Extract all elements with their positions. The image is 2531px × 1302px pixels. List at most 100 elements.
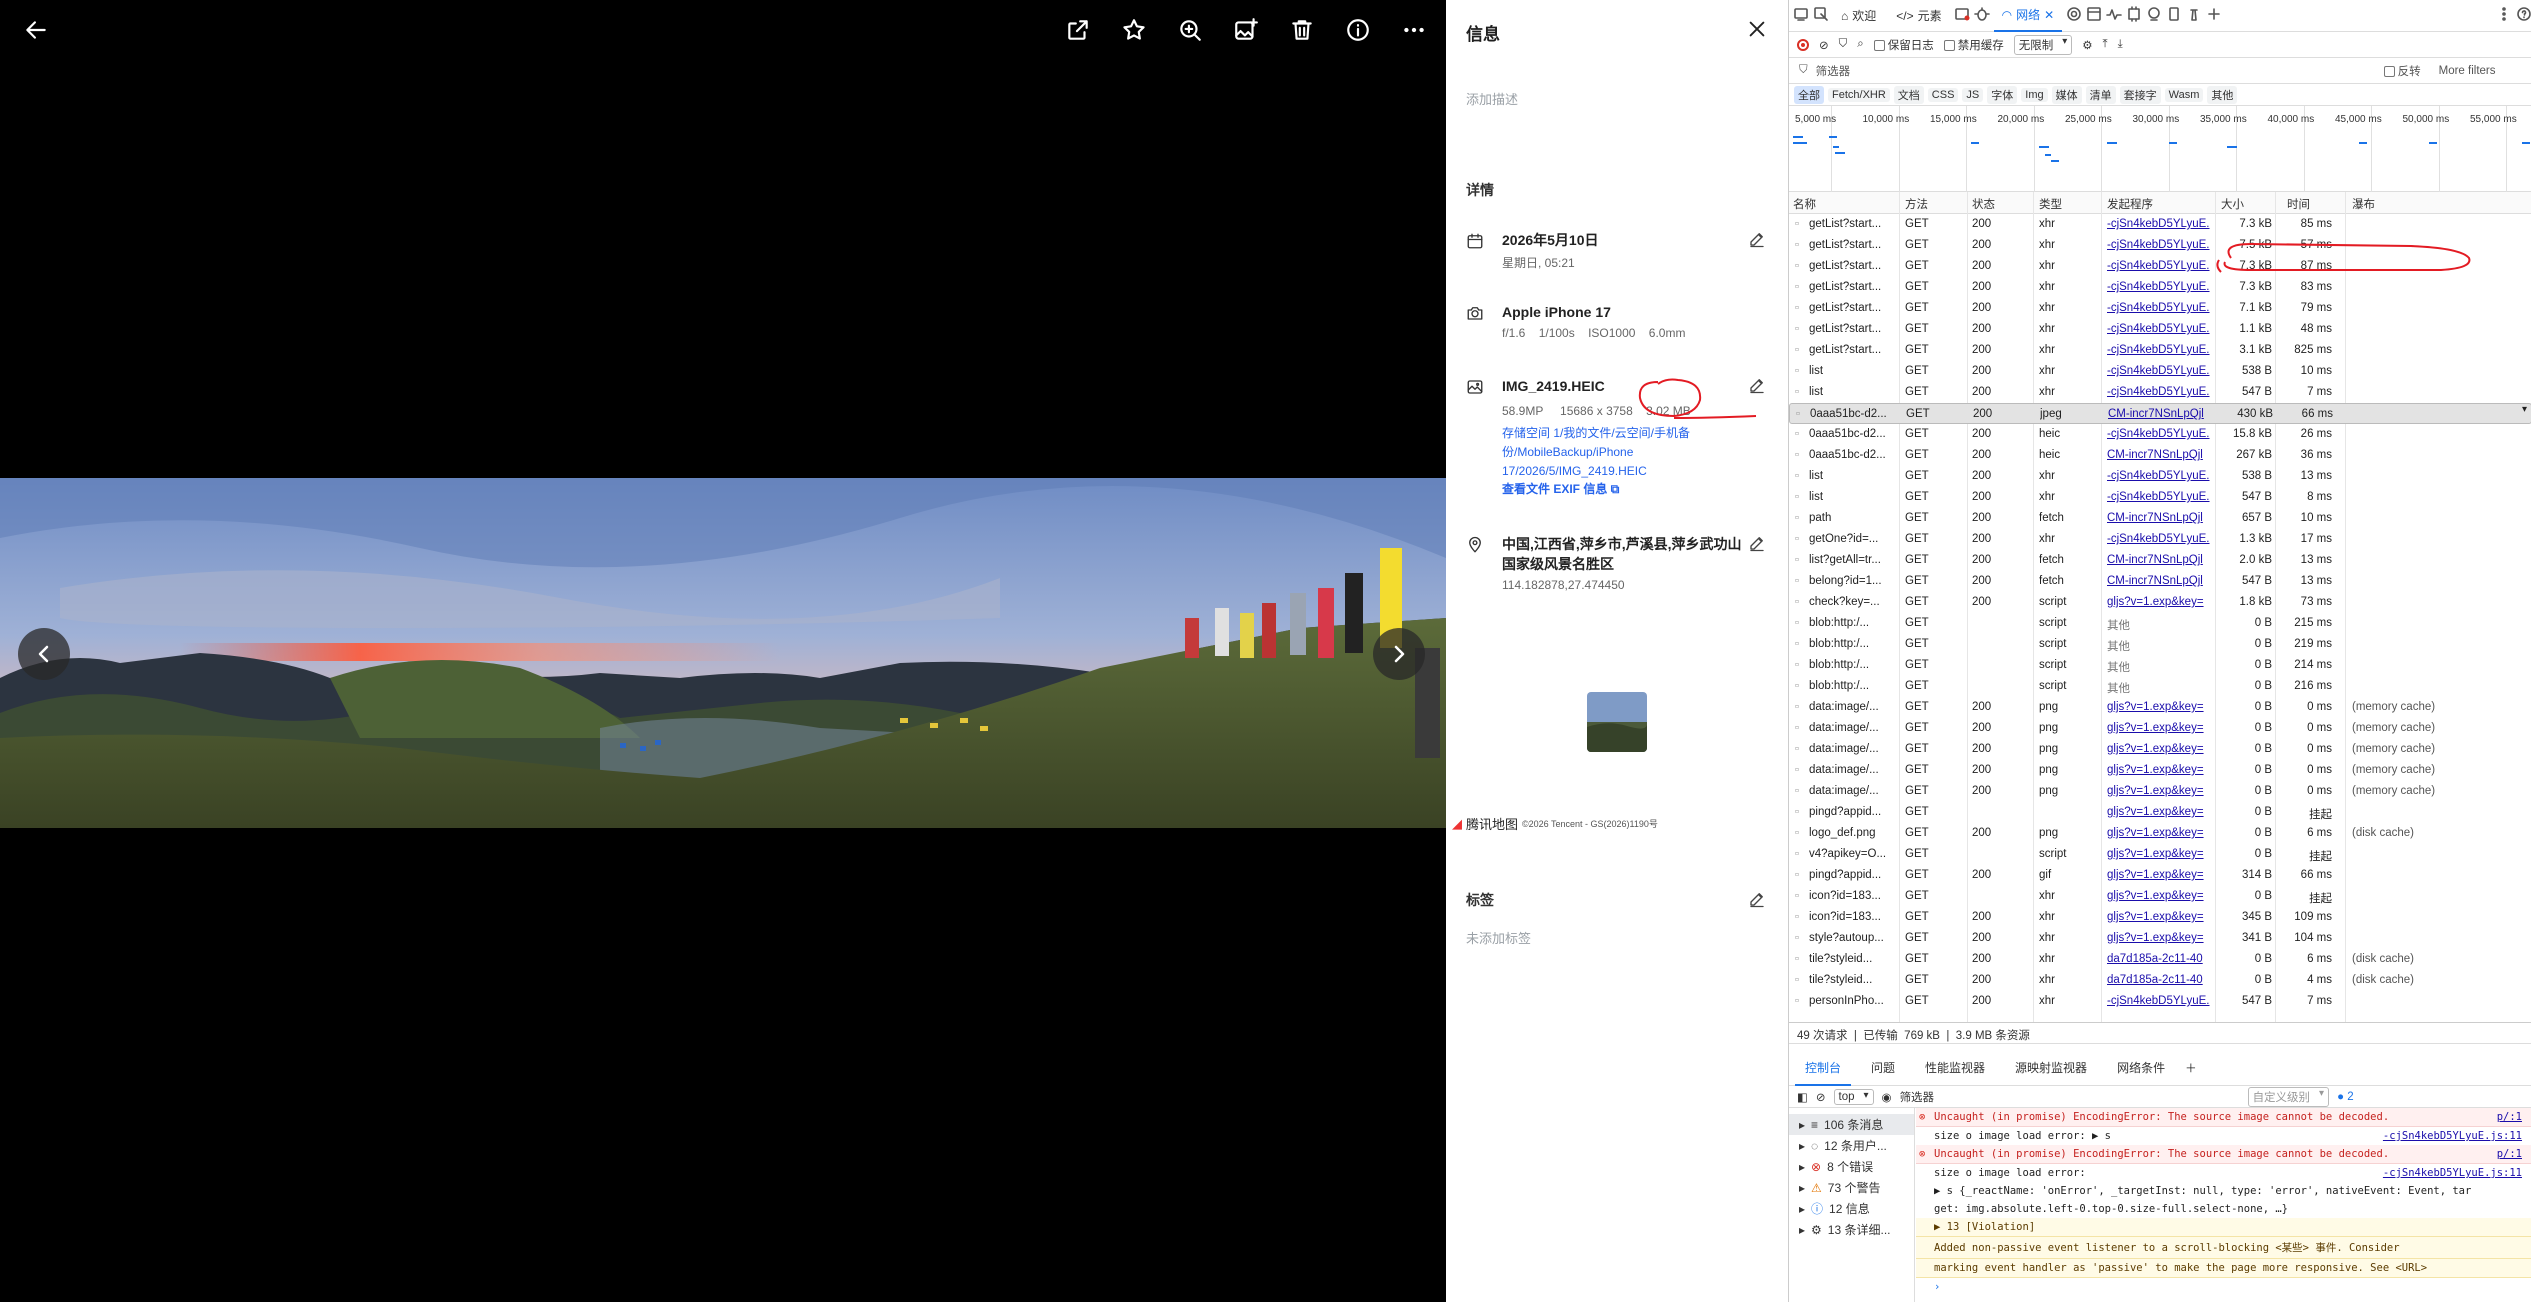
- edit-filename-icon[interactable]: [1748, 376, 1766, 394]
- throttle-select[interactable]: 无限制: [2013, 34, 2073, 55]
- console-prompt[interactable]: ›: [1916, 1278, 2531, 1296]
- map-thumbnail[interactable]: [1587, 692, 1647, 752]
- request-initiator[interactable]: -cjSn4kebD5YLyuE.: [2107, 302, 2215, 314]
- type-filter-chip[interactable]: 文档: [1893, 85, 1924, 104]
- type-filter-chip[interactable]: 全部: [1794, 85, 1824, 104]
- console-message[interactable]: ▶ s {_reactName: 'onError', _targetInst:…: [1916, 1182, 2531, 1200]
- request-initiator[interactable]: gljs?v=1.exp&key=: [2107, 785, 2215, 797]
- inspect-icon[interactable]: [1813, 6, 1829, 25]
- description-input[interactable]: 添加描述: [1466, 89, 1518, 108]
- request-initiator[interactable]: gljs?v=1.exp&key=: [2107, 911, 2215, 923]
- tab-performance-monitor[interactable]: 性能监视器: [1915, 1050, 1995, 1086]
- request-initiator[interactable]: gljs?v=1.exp&key=: [2107, 722, 2215, 734]
- type-filter-chip[interactable]: Img: [2021, 87, 2048, 102]
- table-row[interactable]: ▫ data:image/... GET 200 png gljs?v=1.exp&key…: [1789, 739, 2531, 760]
- trash-icon[interactable]: [1286, 14, 1318, 46]
- context-select[interactable]: top: [1833, 1088, 1874, 1105]
- lighthouse-icon[interactable]: [2186, 6, 2202, 25]
- add-drawer-tab-icon[interactable]: ＋: [2185, 1060, 2197, 1076]
- request-initiator[interactable]: -cjSn4kebD5YLyuE.: [2107, 470, 2215, 482]
- type-filter-chip[interactable]: Wasm: [2164, 87, 2204, 102]
- request-initiator[interactable]: gljs?v=1.exp&key=: [2107, 596, 2215, 608]
- request-initiator[interactable]: gljs?v=1.exp&key=: [2107, 806, 2215, 818]
- tab-elements[interactable]: </> 元素: [1888, 0, 1949, 32]
- table-row[interactable]: ▫ 0aaa51bc-d2... GET 200 heic CM-incr7NSnLpQj…: [1789, 445, 2531, 466]
- filter-icon[interactable]: ⛉: [1839, 38, 1848, 51]
- col-name[interactable]: 名称: [1793, 196, 1816, 212]
- request-initiator[interactable]: gljs?v=1.exp&key=: [2107, 701, 2215, 713]
- request-initiator[interactable]: gljs?v=1.exp&key=: [2107, 827, 2215, 839]
- console-sidebar-item[interactable]: ▸ ⚠ 73 个警告: [1789, 1177, 1914, 1198]
- table-row[interactable]: ▫ pingd?appid... GET gljs?v=1.exp&key= 0 B 挂起: [1789, 802, 2531, 823]
- star-icon[interactable]: [1118, 14, 1150, 46]
- console-message[interactable]: ⊗ Uncaught (in promise) EncodingError: Th…: [1916, 1145, 2531, 1164]
- live-expression-icon[interactable]: ◉: [1882, 1090, 1892, 1104]
- console-sidebar-item[interactable]: ▸ ◌ 12 条用户...: [1789, 1135, 1914, 1156]
- add-tab-icon[interactable]: [2206, 6, 2222, 25]
- next-photo-button[interactable]: [1373, 628, 1425, 680]
- request-initiator[interactable]: -cjSn4kebD5YLyuE.: [2107, 428, 2215, 440]
- console-message[interactable]: marking event handler as 'passive' to ma…: [1916, 1259, 2531, 1278]
- request-initiator[interactable]: -cjSn4kebD5YLyuE.: [2107, 218, 2215, 230]
- table-row[interactable]: ▫ check?key=... GET 200 script gljs?v=1.exp&k…: [1789, 592, 2531, 613]
- console-source-link[interactable]: -cjSn4kebD5YLyuE.js:11: [2383, 1130, 2522, 1142]
- type-filter-chip[interactable]: 其他: [2207, 85, 2238, 104]
- bug-icon[interactable]: [1973, 6, 1990, 25]
- table-row[interactable]: ▫ tile?styleid... GET 200 xhr da7d185a-2c11-4…: [1789, 970, 2531, 991]
- filter-input[interactable]: 筛选器: [1816, 63, 2376, 79]
- table-row[interactable]: ▫ data:image/... GET 200 png gljs?v=1.exp&key…: [1789, 718, 2531, 739]
- table-row[interactable]: ▫ getList?start... GET 200 xhr -cjSn4kebD5YLy…: [1789, 340, 2531, 361]
- request-initiator[interactable]: gljs?v=1.exp&key=: [2107, 743, 2215, 755]
- col-initiator[interactable]: 发起程序: [2107, 196, 2153, 212]
- add-to-album-icon[interactable]: [1230, 14, 1262, 46]
- table-row[interactable]: ▫ v4?apikey=O... GET script gljs?v=1.exp&key…: [1789, 844, 2531, 865]
- console-sidebar-item[interactable]: ▸ ⊗ 8 个错误: [1789, 1156, 1914, 1177]
- console-message[interactable]: size o image load error: ▶ s -cjSn4kebD5Y…: [1916, 1127, 2531, 1145]
- table-row[interactable]: ▫ style?autoup... GET 200 xhr gljs?v=1.exp&ke…: [1789, 928, 2531, 949]
- request-initiator[interactable]: CM-incr7NSnLpQjl: [2107, 512, 2215, 524]
- back-arrow-icon[interactable]: [20, 14, 52, 46]
- edit-location-icon[interactable]: [1748, 534, 1766, 552]
- col-time[interactable]: 时间: [2287, 196, 2310, 212]
- request-initiator[interactable]: da7d185a-2c11-40: [2107, 953, 2215, 965]
- console-message[interactable]: ▶ 13 [Violation]: [1916, 1218, 2531, 1237]
- request-initiator[interactable]: CM-incr7NSnLpQjl: [2107, 554, 2215, 566]
- more-tools-icon[interactable]: [2496, 6, 2512, 25]
- type-filter-chip[interactable]: Fetch/XHR: [1828, 87, 1890, 102]
- request-initiator[interactable]: -cjSn4kebD5YLyuE.: [2107, 260, 2215, 272]
- table-row[interactable]: ▫ getOne?id=... GET 200 xhr -cjSn4kebD5YLyuE.…: [1789, 529, 2531, 550]
- info-icon[interactable]: [1342, 14, 1374, 46]
- type-filter-chip[interactable]: 媒体: [2051, 85, 2082, 104]
- preserve-log-checkbox[interactable]: 保留日志: [1873, 37, 1934, 53]
- request-initiator[interactable]: -cjSn4kebD5YLyuE.: [2107, 281, 2215, 293]
- memory-icon[interactable]: [2126, 6, 2142, 25]
- table-row[interactable]: ▫ tile?styleid... GET 200 xhr da7d185a-2c11-4…: [1789, 949, 2531, 970]
- table-row[interactable]: ▫ personInPho... GET 200 xhr -cjSn4kebD5YLyuE…: [1789, 991, 2531, 1012]
- table-row[interactable]: ▫ getList?start... GET 200 xhr -cjSn4kebD5YLy…: [1789, 214, 2531, 235]
- type-filter-chip[interactable]: 清单: [2085, 85, 2116, 104]
- edit-tags-icon[interactable]: [1748, 890, 1766, 908]
- close-tab-icon[interactable]: ✕: [2044, 8, 2054, 22]
- request-initiator[interactable]: -cjSn4kebD5YLyuE.: [2107, 533, 2215, 545]
- invert-checkbox[interactable]: 反转: [2383, 63, 2421, 79]
- recorder-icon[interactable]: [2146, 6, 2162, 25]
- security-icon[interactable]: [2166, 6, 2182, 25]
- console-clear-icon[interactable]: ⊘: [1816, 1090, 1826, 1104]
- table-row[interactable]: ▫ 0aaa51bc-d2... GET 200 heic -cjSn4kebD5YLyu…: [1789, 424, 2531, 445]
- request-initiator[interactable]: -cjSn4kebD5YLyuE.: [2107, 323, 2215, 335]
- request-initiator[interactable]: -cjSn4kebD5YLyuE.: [2107, 995, 2215, 1007]
- table-row[interactable]: ▫ blob:http:/... GET script 其他 0 B 215 ms: [1789, 613, 2531, 634]
- table-row[interactable]: ▫ getList?start... GET 200 xhr -cjSn4kebD5YLy…: [1789, 235, 2531, 256]
- request-initiator[interactable]: CM-incr7NSnLpQjl: [2107, 575, 2215, 587]
- issues-badge[interactable]: ● 2: [2337, 1091, 2354, 1103]
- table-row[interactable]: ▫ blob:http:/... GET script 其他 0 B 214 ms: [1789, 655, 2531, 676]
- table-row[interactable]: ▫ list GET 200 xhr -cjSn4kebD5YLyuE. 538 B 10 m…: [1789, 361, 2531, 382]
- performance-icon[interactable]: [2106, 6, 2123, 25]
- console-sidebar-item[interactable]: ▸ ≡ 106 条消息: [1789, 1114, 1914, 1135]
- col-method[interactable]: 方法: [1905, 196, 1928, 212]
- help-icon[interactable]: [2516, 6, 2531, 25]
- col-status[interactable]: 状态: [1972, 196, 1995, 212]
- request-initiator[interactable]: gljs?v=1.exp&key=: [2107, 890, 2215, 902]
- log-levels-select[interactable]: 自定义级别: [2247, 1086, 2330, 1107]
- tab-issues[interactable]: 问题: [1861, 1050, 1905, 1086]
